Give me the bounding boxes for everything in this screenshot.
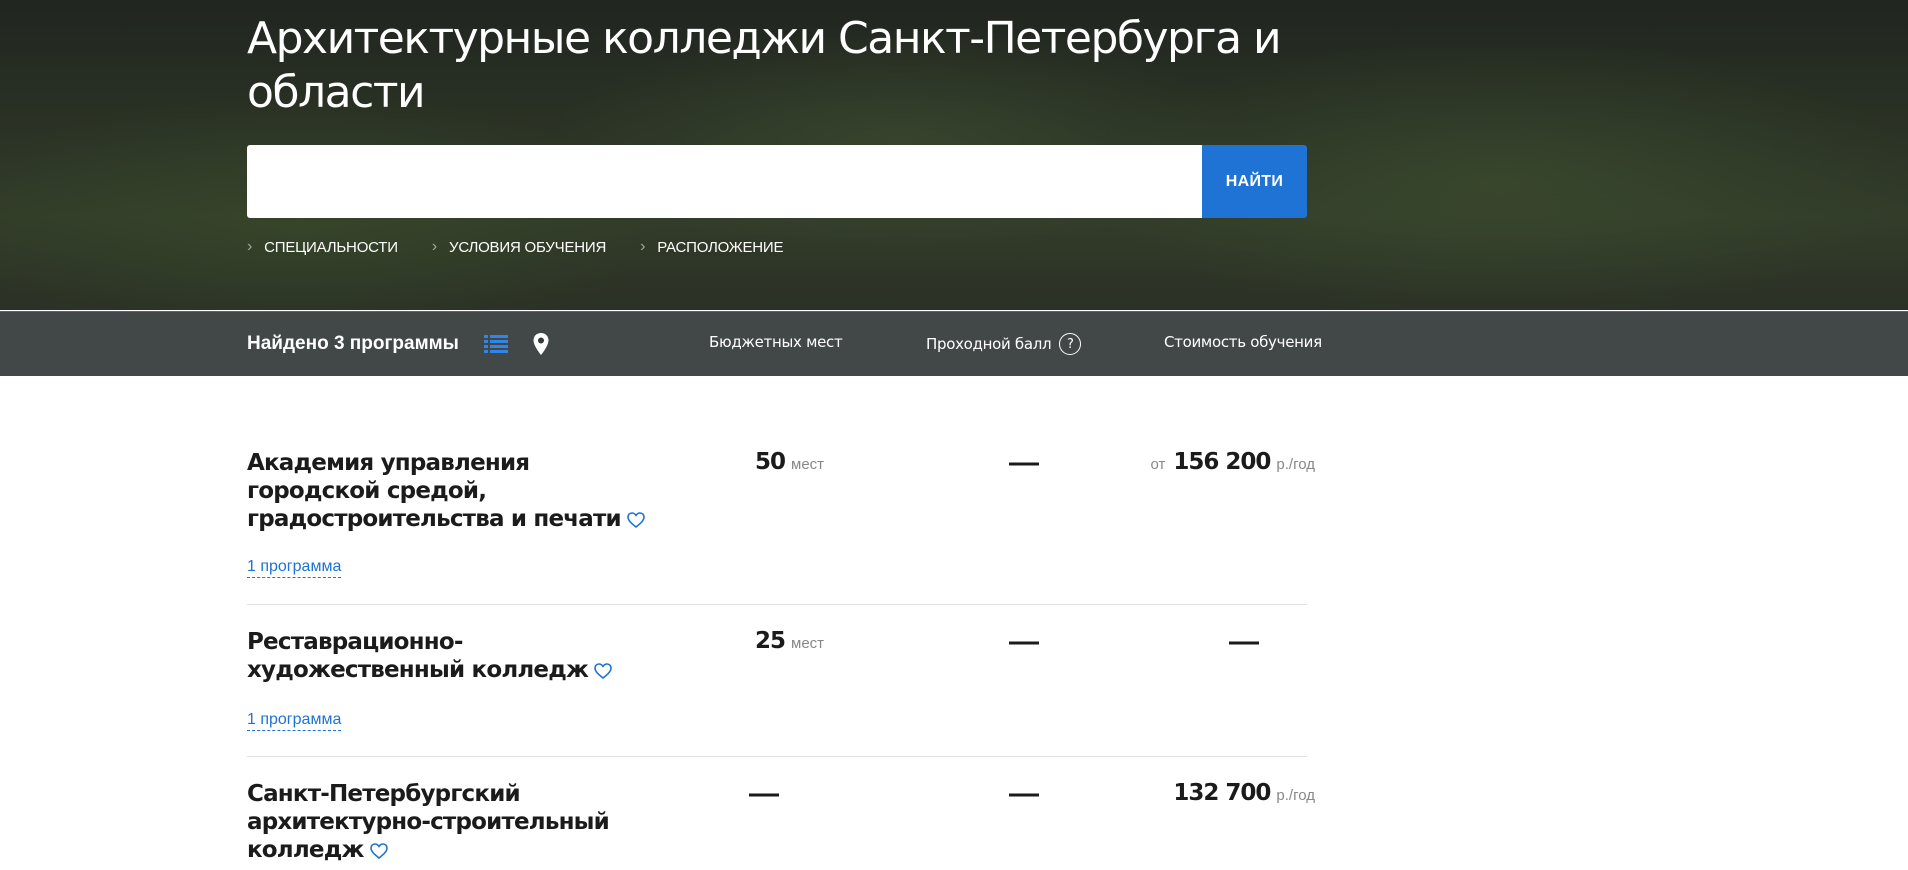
college-name-text: Академия управления городской средой, гр… — [247, 450, 622, 532]
college-name-text: Санкт-Петербургский архитектурно-строите… — [247, 781, 610, 863]
budget-unit: мест — [791, 456, 825, 473]
cost-from: от — [1150, 456, 1166, 473]
cost-unit: р./год — [1276, 787, 1315, 804]
filter-label: УСЛОВИЯ ОБУЧЕНИЯ — [448, 238, 607, 256]
passing-score-value: — — [1009, 625, 1039, 658]
cost-unit: р./год — [1276, 456, 1315, 473]
filter-location[interactable]: › РАСПОЛОЖЕНИЕ — [640, 238, 783, 256]
column-passing-score[interactable]: Проходной балл ? — [926, 333, 1082, 355]
chevron-right-icon: › — [431, 238, 437, 255]
budget-number: 25 — [755, 628, 786, 654]
budget-places: 50 мест — [755, 449, 824, 475]
search-input[interactable] — [247, 145, 1202, 218]
tuition-cost-value: — — [1229, 625, 1259, 658]
heart-outline-icon[interactable] — [369, 843, 388, 859]
column-tuition-cost[interactable]: Стоимость обучения — [1164, 333, 1322, 351]
tuition-cost: 132 700 р./год — [1173, 780, 1315, 806]
college-name[interactable]: Академия управления городской средой, гр… — [247, 449, 667, 533]
list-icon[interactable] — [484, 334, 508, 354]
page-title: Архитектурные колледжи Санкт-Петербурга … — [247, 13, 1282, 118]
cost-number: 156 200 — [1173, 449, 1271, 475]
filter-label: СПЕЦИАЛЬНОСТИ — [264, 238, 398, 256]
results-bar: Найдено 3 программы Бюджетных мест Прохо… — [0, 311, 1908, 376]
map-pin-icon[interactable] — [532, 332, 550, 356]
search-button[interactable]: НАЙТИ — [1202, 145, 1307, 218]
results-count: Найдено 3 программы — [247, 333, 459, 354]
passing-score-value: — — [1009, 446, 1039, 479]
college-name-text: Реставрационно-художественный колледж — [247, 629, 589, 683]
cost-number: 132 700 — [1173, 780, 1271, 806]
hero-banner: Архитектурные колледжи Санкт-Петербурга … — [0, 0, 1908, 310]
search-bar: НАЙТИ — [247, 145, 1307, 218]
filter-study-conditions[interactable]: › УСЛОВИЯ ОБУЧЕНИЯ — [432, 238, 606, 256]
divider — [247, 604, 1307, 605]
column-budget-places[interactable]: Бюджетных мест — [709, 333, 843, 351]
programs-link[interactable]: 1 программа — [247, 710, 342, 731]
college-name[interactable]: Реставрационно-художественный колледж — [247, 628, 667, 684]
budget-number: 50 — [755, 449, 786, 475]
heart-outline-icon[interactable] — [627, 512, 645, 528]
filter-tabs: › СПЕЦИАЛЬНОСТИ › УСЛОВИЯ ОБУЧЕНИЯ › РАС… — [247, 238, 817, 256]
passing-score-value: — — [1009, 777, 1039, 810]
column-label: Проходной балл — [926, 335, 1052, 353]
divider — [247, 756, 1307, 757]
budget-unit: мест — [791, 635, 825, 652]
filter-label: РАСПОЛОЖЕНИЕ — [657, 238, 784, 256]
programs-link[interactable]: 1 программа — [247, 557, 342, 578]
heart-outline-icon[interactable] — [594, 663, 612, 679]
budget-places: 25 мест — [755, 628, 824, 654]
tuition-cost: от 156 200 р./год — [1150, 449, 1315, 475]
chevron-right-icon: › — [247, 238, 253, 255]
filter-specialties[interactable]: › СПЕЦИАЛЬНОСТИ — [247, 238, 398, 256]
chevron-right-icon: › — [640, 238, 646, 255]
budget-places-value: — — [749, 777, 779, 810]
college-name[interactable]: Санкт-Петербургский архитектурно-строите… — [247, 780, 667, 864]
help-icon[interactable]: ? — [1059, 333, 1082, 355]
